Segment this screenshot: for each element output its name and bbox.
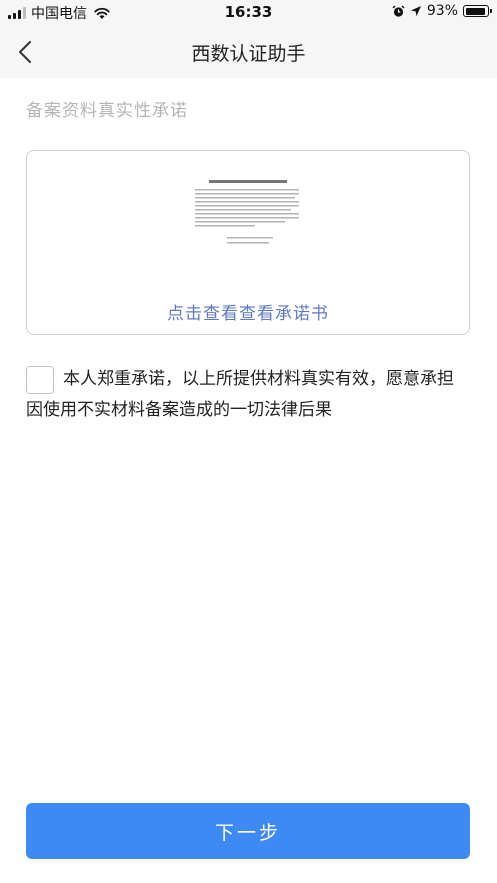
nav-bar: 西数认证助手 [0,26,497,78]
document-thumbnail [195,180,299,244]
agreement-text: 本人郑重承诺，以上所提供材料真实有效，愿意承担因使用不实材料备案造成的一切法律后… [26,369,454,420]
commitment-document-card[interactable]: 点击查看查看承诺书 [26,150,470,335]
alarm-icon [392,5,405,17]
agreement-row: 本人郑重承诺，以上所提供材料真实有效，愿意承担因使用不实材料备案造成的一切法律后… [26,364,470,426]
location-icon [410,6,421,16]
status-right: 93% [392,3,492,19]
view-commitment-link[interactable]: 点击查看查看承诺书 [27,299,469,324]
battery-icon [463,5,492,17]
status-bar: 中国电信 16:33 93% [0,0,497,26]
page-title: 西数认证助手 [191,43,306,65]
next-step-button[interactable]: 下一步 [26,803,470,859]
section-title: 备案资料真实性承诺 [26,101,188,121]
agreement-checkbox[interactable] [26,366,54,394]
battery-percent: 93% [426,3,458,19]
